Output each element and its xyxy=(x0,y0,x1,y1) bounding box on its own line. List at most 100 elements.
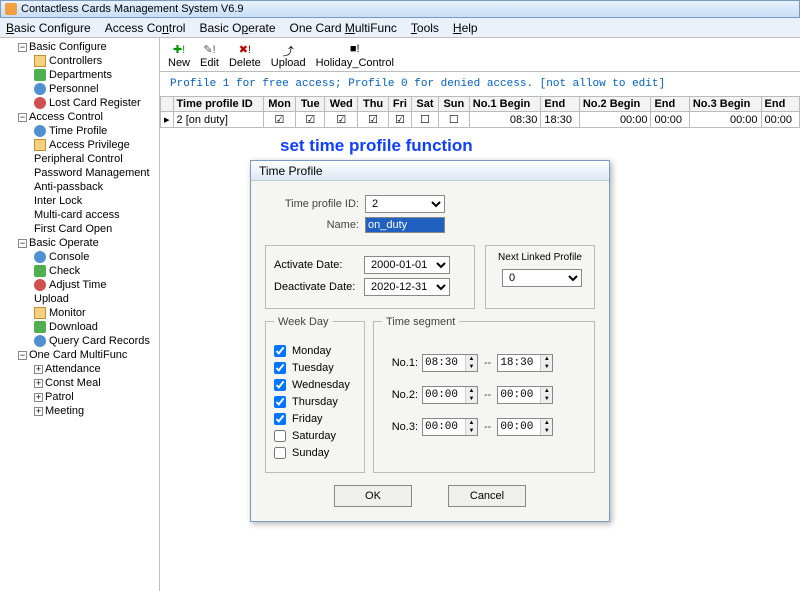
deactivate-date[interactable]: 2020-12-31 xyxy=(364,278,450,296)
grid-row[interactable]: ▸ 2 [on duty] ☑☑☑☑☑☐☐ 08:3018:30 00:0000… xyxy=(161,112,800,128)
activate-label: Activate Date: xyxy=(274,259,364,271)
weekday-fieldset: Week Day MondayTuesdayWednesdayThursdayF… xyxy=(265,321,365,473)
weekday-checkbox[interactable] xyxy=(274,379,286,391)
toolbar: ✚!New ✎!Edit ✖!Delete ⤴Upload ■!Holiday_… xyxy=(160,38,800,72)
weekday-checkbox[interactable] xyxy=(274,396,286,408)
tree-first-card[interactable]: First Card Open xyxy=(0,222,159,236)
menu-basic-configure[interactable]: Basic Configure xyxy=(6,21,91,35)
segment-to[interactable]: ▲▼ xyxy=(497,418,553,436)
segment-from[interactable]: ▲▼ xyxy=(422,418,478,436)
tree-console[interactable]: Console xyxy=(0,250,159,264)
weekday-checkbox[interactable] xyxy=(274,430,286,442)
segment-from[interactable]: ▲▼ xyxy=(422,386,478,404)
activate-date[interactable]: 2000-01-01 xyxy=(364,256,450,274)
tb-holiday[interactable]: ■!Holiday_Control xyxy=(316,43,394,69)
tree-controllers[interactable]: Controllers xyxy=(0,54,159,68)
hint-text: Profile 1 for free access; Profile 0 for… xyxy=(160,72,800,96)
segment-row-3: No.3:▲▼--▲▼ xyxy=(382,418,586,436)
weekday-label: Wednesday xyxy=(292,379,350,391)
tree-basic-configure[interactable]: −Basic Configure xyxy=(0,40,159,54)
tree-departments[interactable]: Departments xyxy=(0,68,159,82)
tb-delete[interactable]: ✖!Delete xyxy=(229,43,261,69)
tree-upload[interactable]: Upload xyxy=(0,292,159,306)
next-fieldset: Next Linked Profile 0 xyxy=(485,245,595,309)
tree-time-profile[interactable]: Time Profile xyxy=(0,124,159,138)
weekday-label: Tuesday xyxy=(292,362,334,374)
tree-anti-passback[interactable]: Anti-passback xyxy=(0,180,159,194)
time-profile-dialog: Time Profile Time profile ID: 2 Name: Ac… xyxy=(250,160,610,522)
profile-grid: Time profile ID MonTueWedThuFriSatSun No… xyxy=(160,96,800,128)
tree-peripheral[interactable]: Peripheral Control xyxy=(0,152,159,166)
weekday-label: Monday xyxy=(292,345,331,357)
tree-monitor[interactable]: Monitor xyxy=(0,306,159,320)
cancel-button[interactable]: Cancel xyxy=(448,485,526,507)
name-input[interactable] xyxy=(365,217,445,233)
segment-label: No.3: xyxy=(382,421,418,433)
menu-one-card[interactable]: One Card MultiFunc xyxy=(290,21,397,35)
app-icon xyxy=(5,3,17,15)
weekday-checkbox[interactable] xyxy=(274,447,286,459)
id-select[interactable]: 2 xyxy=(365,195,445,213)
weekday-label: Friday xyxy=(292,413,323,425)
tree-multi-card[interactable]: Multi-card access xyxy=(0,208,159,222)
weekday-thursday[interactable]: Thursday xyxy=(274,396,356,408)
grid-header: Time profile ID MonTueWedThuFriSatSun No… xyxy=(161,97,800,112)
tree-download[interactable]: Download xyxy=(0,320,159,334)
next-label: Next Linked Profile xyxy=(494,252,586,263)
segment-fieldset: Time segment No.1:▲▼--▲▼No.2:▲▼--▲▼No.3:… xyxy=(373,321,595,473)
tree-attendance[interactable]: +Attendance xyxy=(0,362,159,376)
tree-one-card[interactable]: −One Card MultiFunc xyxy=(0,348,159,362)
menu-basic-operate[interactable]: Basic Operate xyxy=(199,21,275,35)
segment-from[interactable]: ▲▼ xyxy=(422,354,478,372)
tree-inter-lock[interactable]: Inter Lock xyxy=(0,194,159,208)
weekday-sunday[interactable]: Sunday xyxy=(274,447,356,459)
tree-basic-operate[interactable]: −Basic Operate xyxy=(0,236,159,250)
tree-check[interactable]: Check xyxy=(0,264,159,278)
deactivate-label: Deactivate Date: xyxy=(274,281,364,293)
tree-adjust-time[interactable]: Adjust Time xyxy=(0,278,159,292)
segment-to[interactable]: ▲▼ xyxy=(497,354,553,372)
segment-row-1: No.1:▲▼--▲▼ xyxy=(382,354,586,372)
segment-row-2: No.2:▲▼--▲▼ xyxy=(382,386,586,404)
id-label: Time profile ID: xyxy=(265,198,365,210)
weekday-label: Thursday xyxy=(292,396,338,408)
tree-query-records[interactable]: Query Card Records xyxy=(0,334,159,348)
menu-access-control[interactable]: Access Control xyxy=(105,21,186,35)
weekday-checkbox[interactable] xyxy=(274,345,286,357)
next-select[interactable]: 0 xyxy=(502,269,582,287)
window-title: Contactless Cards Management System V6.9 xyxy=(21,3,244,15)
tree-personnel[interactable]: Personnel xyxy=(0,82,159,96)
weekday-checkbox[interactable] xyxy=(274,413,286,425)
segment-to[interactable]: ▲▼ xyxy=(497,386,553,404)
menu-help[interactable]: Help xyxy=(453,21,478,35)
weekday-label: Saturday xyxy=(292,430,336,442)
menu-tools[interactable]: Tools xyxy=(411,21,439,35)
tb-new[interactable]: ✚!New xyxy=(168,43,190,69)
tree-lost-card[interactable]: Lost Card Register xyxy=(0,96,159,110)
overlay-caption: set time profile function xyxy=(280,136,473,156)
weekday-label: Sunday xyxy=(292,447,329,459)
dialog-title: Time Profile xyxy=(251,161,609,181)
date-fieldset: Activate Date: 2000-01-01 Deactivate Dat… xyxy=(265,245,475,309)
weekday-tuesday[interactable]: Tuesday xyxy=(274,362,356,374)
tree-access-privilege[interactable]: Access Privilege xyxy=(0,138,159,152)
weekday-wednesday[interactable]: Wednesday xyxy=(274,379,356,391)
weekday-monday[interactable]: Monday xyxy=(274,345,356,357)
tb-edit[interactable]: ✎!Edit xyxy=(200,43,219,69)
segment-label: No.2: xyxy=(382,389,418,401)
tree-patrol[interactable]: +Patrol xyxy=(0,390,159,404)
weekday-saturday[interactable]: Saturday xyxy=(274,430,356,442)
segment-label: No.1: xyxy=(382,357,418,369)
tree-password-mgmt[interactable]: Password Management xyxy=(0,166,159,180)
tree-panel: −Basic Configure Controllers Departments… xyxy=(0,38,160,591)
ok-button[interactable]: OK xyxy=(334,485,412,507)
tree-access-control[interactable]: −Access Control xyxy=(0,110,159,124)
tb-upload[interactable]: ⤴Upload xyxy=(271,43,306,69)
menu-bar: Basic Configure Access Control Basic Ope… xyxy=(0,18,800,38)
weekday-checkbox[interactable] xyxy=(274,362,286,374)
tree-const-meal[interactable]: +Const Meal xyxy=(0,376,159,390)
title-bar: Contactless Cards Management System V6.9 xyxy=(0,0,800,18)
name-label: Name: xyxy=(265,219,365,231)
weekday-friday[interactable]: Friday xyxy=(274,413,356,425)
tree-meeting[interactable]: +Meeting xyxy=(0,404,159,418)
